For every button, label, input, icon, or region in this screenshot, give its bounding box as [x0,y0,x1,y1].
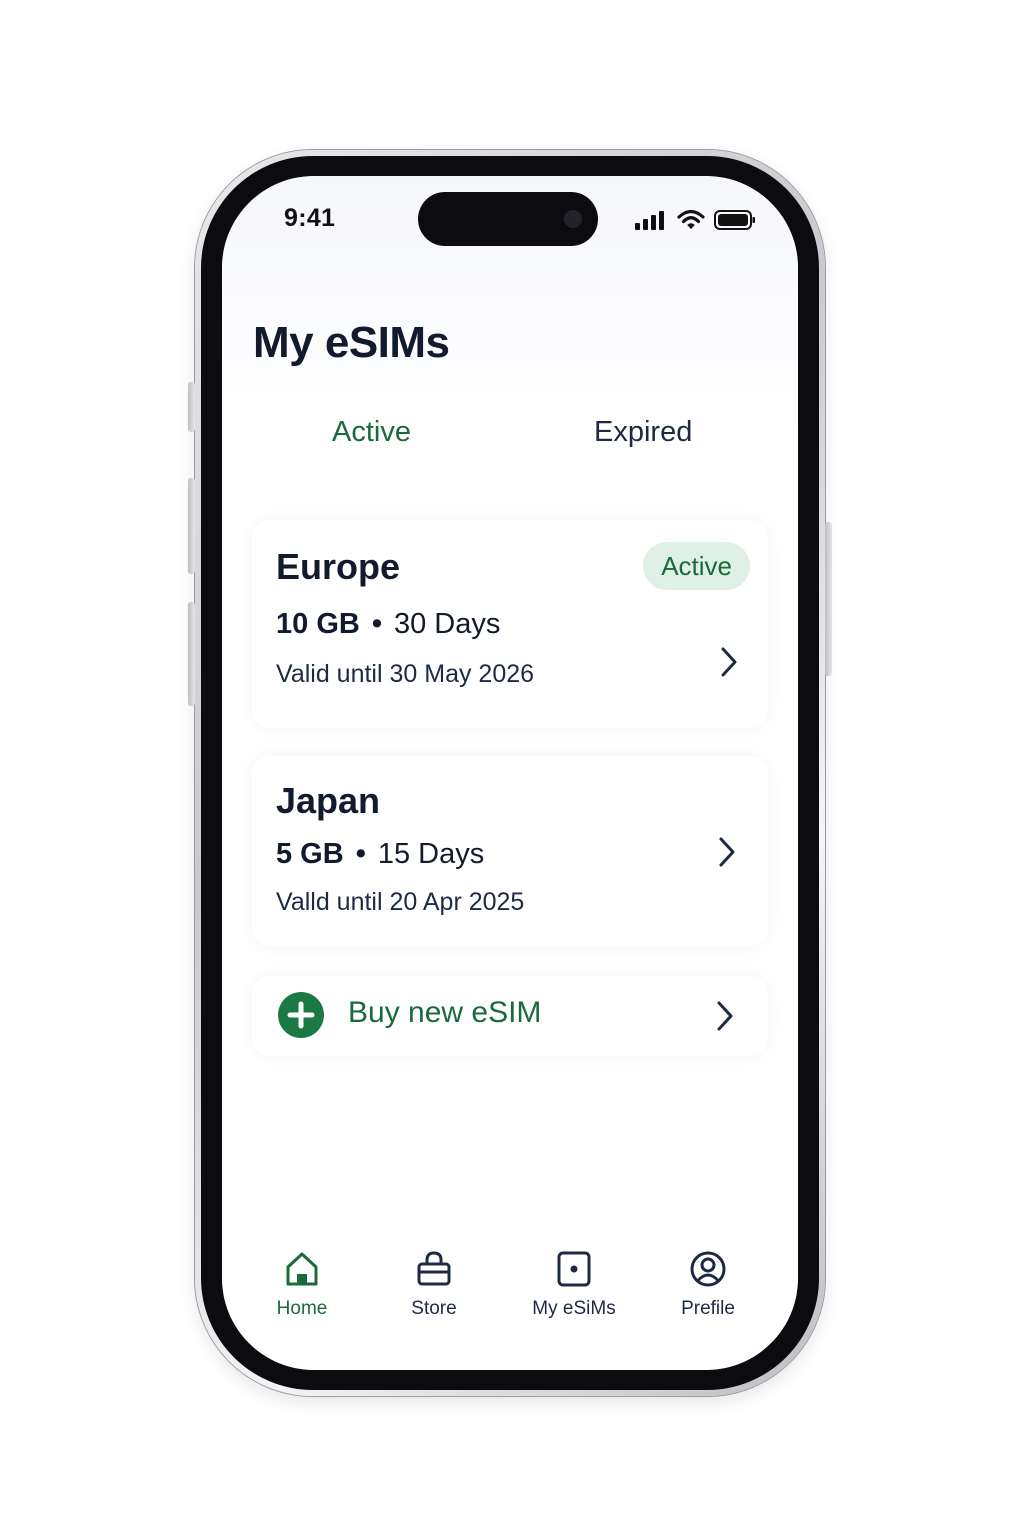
status-icons [634,208,756,232]
chevron-right-icon [717,1001,733,1031]
esim-region: Japan [276,780,381,821]
esim-data-amount: 5 GB [276,838,344,870]
esim-validity: Valid until 30 May 2026 [276,660,535,688]
bottom-nav: Home Store My eSiMs Prefile [222,1246,798,1326]
home-icon [286,1252,318,1286]
nav-item-my-esims[interactable]: My eSiMs [514,1246,634,1326]
chevron-right-icon [721,647,737,677]
status-time: 9:41 [284,204,336,232]
nav-label-store: Store [411,1298,457,1319]
nav-item-home[interactable]: Home [242,1246,362,1326]
battery-icon [714,210,755,230]
profile-icon [690,1251,726,1287]
power-button [825,522,832,676]
tab-bar: Active Expired [222,416,798,466]
chevron-right-icon [719,837,735,867]
shopping-bag-icon [417,1251,451,1286]
esim-card-europe[interactable]: Europe Active 10 GB • 30 Days Valid until … [252,520,768,728]
nav-item-profile[interactable]: Prefile [648,1246,768,1326]
nav-label-my-esims: My eSiMs [532,1298,616,1319]
esim-duration: 30 Days [393,608,501,640]
page-title: My eSIMs [253,318,450,367]
esim-card-japan[interactable]: Japan 5 GB • 15 Days Valld until 20 Apr 20… [252,756,768,946]
nav-label-profile: Prefile [681,1298,735,1319]
status-badge: Active [643,542,750,590]
separator-dot: • [355,838,366,870]
volume-up-button [188,478,195,574]
nav-label-home: Home [276,1298,328,1319]
esim-region: Europe [276,546,401,587]
phone-screen: 9:41 My eSIMs Active Expired Europe Acti… [222,176,798,1370]
wifi-icon [677,209,705,229]
separator-dot: • [371,608,382,640]
esim-plan: 5 GB • 15 Days [276,838,484,871]
esim-validity: Valld until 20 Apr 2025 [276,888,525,916]
front-camera [564,210,582,228]
buy-new-esim-label: Buy new eSIM [348,996,542,1029]
nav-item-store[interactable]: Store [374,1246,494,1326]
volume-down-button [188,602,195,706]
esim-plan: 10 GB • 30 Days [276,608,500,641]
tab-active[interactable]: Active [332,416,411,449]
mockup-stage: 9:41 My eSIMs Active Expired Europe Acti… [0,0,1024,1536]
sim-card-icon [557,1251,591,1287]
action-button [188,382,195,432]
plus-glyph [287,1001,315,1029]
tab-expired[interactable]: Expired [594,416,692,449]
cellular-signal-icon [635,211,664,230]
esim-data-amount: 10 GB [276,608,360,640]
buy-new-esim-button[interactable]: Buy new eSIM [252,976,768,1056]
esim-duration: 15 Days [377,838,485,870]
plus-circle-icon [278,992,324,1038]
dynamic-island [418,192,598,246]
